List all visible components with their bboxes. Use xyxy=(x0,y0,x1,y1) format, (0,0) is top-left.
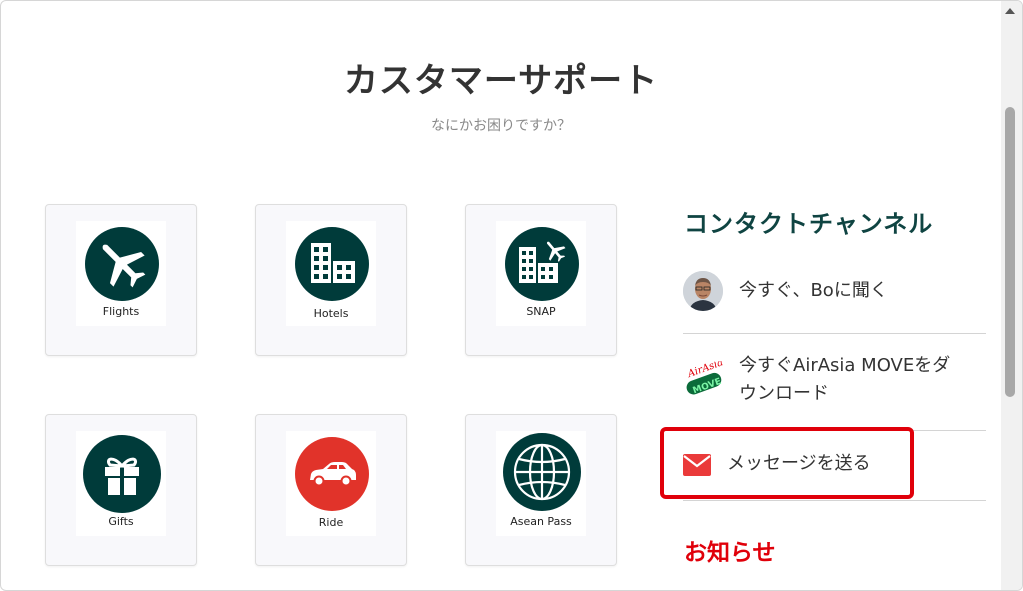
category-card-snap[interactable]: SNAP xyxy=(465,204,617,356)
category-card-gifts[interactable]: Gifts xyxy=(45,414,197,566)
category-label: Asean Pass xyxy=(510,515,572,528)
scroll-up-arrow-icon[interactable] xyxy=(1005,8,1015,14)
send-message-label: メッセージを送る xyxy=(727,453,871,474)
category-label: Gifts xyxy=(108,515,134,528)
category-card-hotels[interactable]: Hotels xyxy=(255,204,407,356)
scroll-thumb[interactable] xyxy=(1005,107,1015,397)
category-card-asean-pass[interactable]: Asean Pass xyxy=(465,414,617,566)
category-label: SNAP xyxy=(526,305,556,318)
vertical-scrollbar[interactable] xyxy=(1001,1,1022,590)
category-label: Flights xyxy=(102,305,140,318)
download-airasia-move-link[interactable]: AirAsia MOVE 今すぐAirAsia MOVEをダ ウンロード xyxy=(683,351,986,413)
globe-icon xyxy=(503,433,581,511)
bo-avatar xyxy=(683,271,723,311)
category-card-flights[interactable]: Flights xyxy=(45,204,197,356)
download-move-label-line1: 今すぐAirAsia MOVEをダ xyxy=(739,355,951,376)
send-message-link[interactable]: メッセージを送る xyxy=(683,447,986,483)
divider xyxy=(683,430,986,431)
gift-icon xyxy=(83,435,161,513)
snap-hotel-flight-icon xyxy=(505,227,579,301)
divider xyxy=(683,333,986,334)
category-card-ride[interactable]: Ride xyxy=(255,414,407,566)
category-label: Hotels xyxy=(313,307,349,320)
ask-bo-link[interactable]: 今すぐ、Boに聞く xyxy=(683,271,986,315)
page-title: カスタマーサポート xyxy=(343,61,659,101)
hotel-buildings-icon xyxy=(295,227,369,301)
download-move-label-line2: ウンロード xyxy=(739,383,829,404)
support-page: カスタマーサポート なにかお困りですか？ Flights Hotels SNAP… xyxy=(0,0,1023,591)
contact-channel-title: コンタクトチャンネル xyxy=(684,210,934,238)
airplane-icon xyxy=(85,227,159,301)
divider xyxy=(683,500,986,501)
category-label: Ride xyxy=(318,516,344,529)
ask-bo-label: 今すぐ、Boに聞く xyxy=(739,280,888,301)
car-icon xyxy=(295,437,369,511)
page-subtitle: なにかお困りですか？ xyxy=(431,118,571,134)
airasia-move-logo: AirAsia MOVE xyxy=(683,357,724,401)
envelope-icon xyxy=(683,454,711,476)
news-title: お知らせ xyxy=(684,540,776,566)
